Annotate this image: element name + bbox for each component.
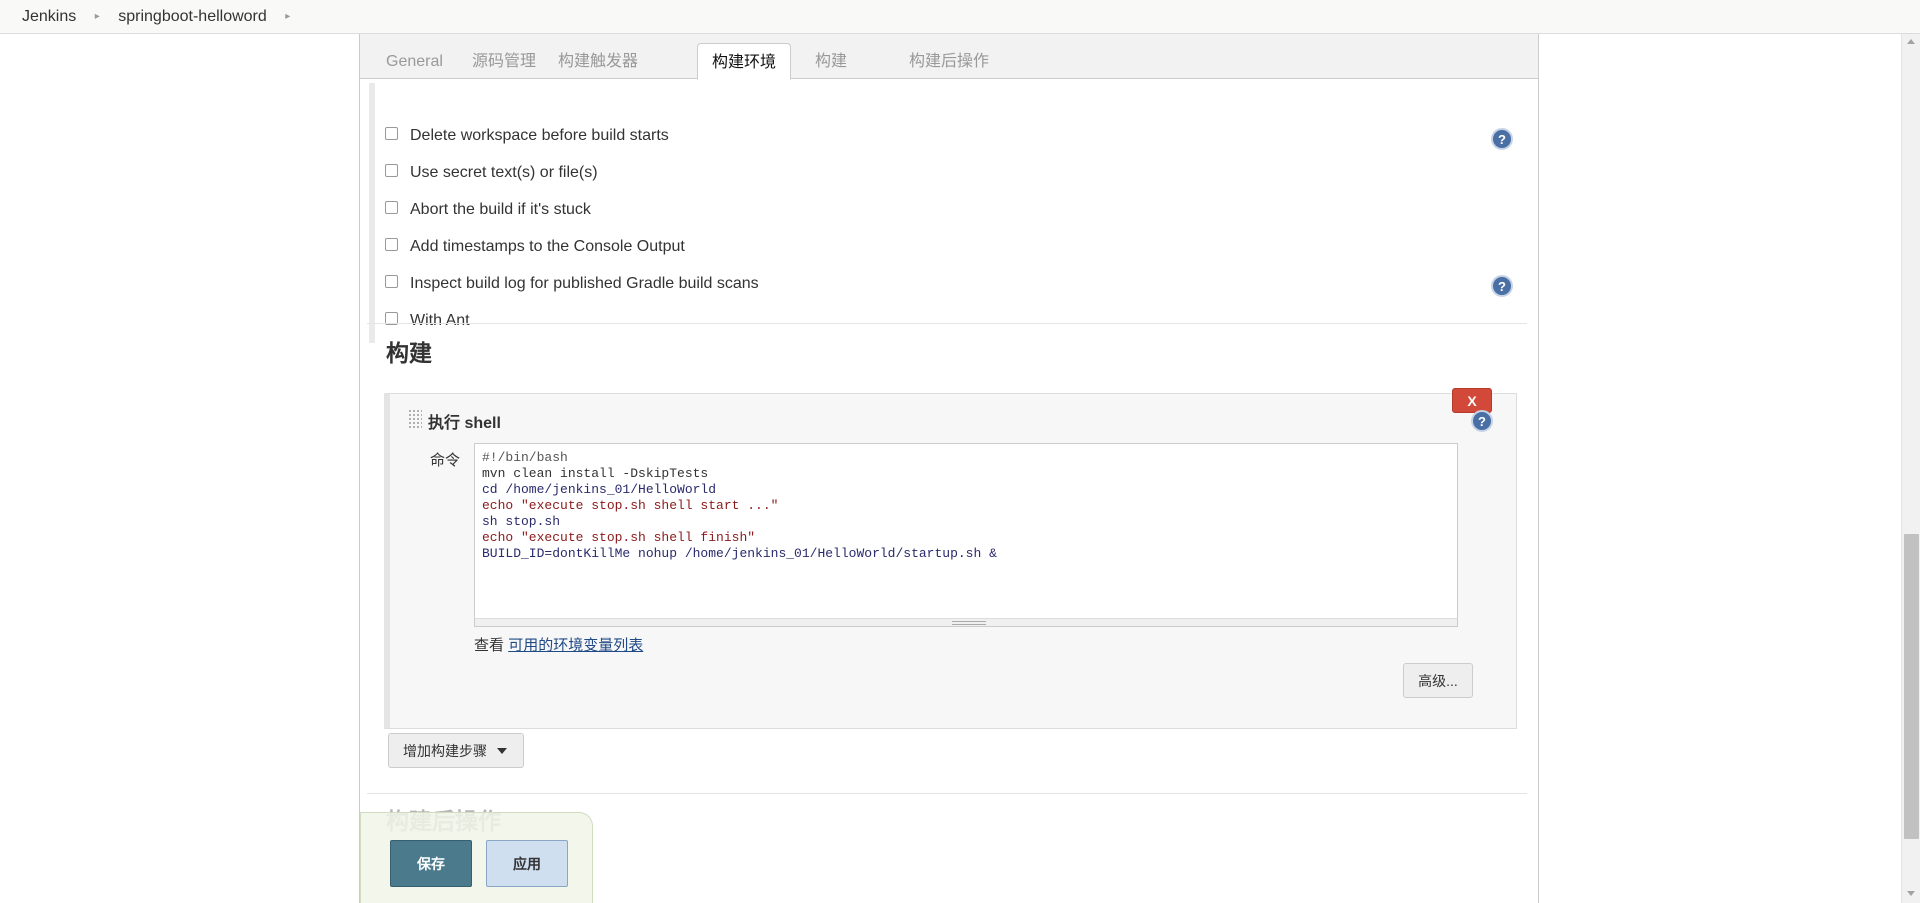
execute-shell-step: 执行 shell X 命令 #!/bin/bash mvn clean inst… <box>384 388 1517 729</box>
scroll-up-icon[interactable] <box>1907 39 1915 44</box>
drag-handle-icon[interactable] <box>408 409 422 429</box>
option-with-ant: With Ant <box>385 309 1525 333</box>
advanced-button[interactable]: 高级... <box>1403 663 1473 698</box>
code-line: mvn clean install -DskipTests <box>482 466 709 481</box>
command-label: 命令 <box>430 452 461 469</box>
option-label: Delete workspace before build starts <box>410 127 669 144</box>
tab-build-environment[interactable]: 构建环境 <box>697 43 792 80</box>
code-line: echo "execute stop.sh shell start ..." <box>482 498 779 513</box>
option-timestamps: Add timestamps to the Console Output <box>385 235 1525 259</box>
env-vars-row: 查看 可用的环境变量列表 <box>474 634 643 655</box>
checkbox[interactable] <box>385 163 398 177</box>
job-config-panel: General 源码管理 构建触发器 构建环境 构建 构建后操作 Delete … <box>359 34 1539 903</box>
help-icon[interactable]: ? <box>1491 275 1513 297</box>
option-label: Add timestamps to the Console Output <box>410 238 685 255</box>
vertical-scrollbar[interactable] <box>1901 34 1920 903</box>
build-section-title: 构建 <box>386 340 432 366</box>
add-build-step-label: 增加构建步骤 <box>403 742 487 759</box>
option-abort-stuck: Abort the build if it's stuck <box>385 198 1525 222</box>
breadcrumb: Jenkins ▸ springboot-helloword ▸ <box>0 0 1920 34</box>
code-line: #!/bin/bash <box>482 450 568 465</box>
tab-source-code[interactable]: 源码管理 <box>458 43 550 80</box>
tab-general[interactable]: General <box>372 43 457 80</box>
code-line: sh stop.sh <box>482 514 561 529</box>
breadcrumb-separator-icon[interactable]: ▸ <box>76 11 118 22</box>
option-label: Abort the build if it's stuck <box>410 201 591 218</box>
config-tabbar: General 源码管理 构建触发器 构建环境 构建 构建后操作 <box>360 34 1538 80</box>
checkbox[interactable] <box>385 126 398 140</box>
add-build-step-button[interactable]: 增加构建步骤 <box>388 733 524 768</box>
help-icon[interactable]: ? <box>1471 410 1493 432</box>
code-line: cd /home/jenkins_01/HelloWorld <box>482 482 717 497</box>
caret-down-icon <box>497 747 507 754</box>
breadcrumb-item-jenkins[interactable]: Jenkins <box>22 8 76 26</box>
code-line: echo "execute stop.sh shell finish" <box>482 530 756 545</box>
option-secret-text: Use secret text(s) or file(s) <box>385 161 1525 185</box>
env-vars-link[interactable]: 可用的环境变量列表 <box>508 637 643 654</box>
breadcrumb-separator-icon[interactable]: ▸ <box>267 11 309 22</box>
command-editor[interactable]: #!/bin/bash mvn clean install -DskipTest… <box>474 443 1458 627</box>
breadcrumb-item-project[interactable]: springboot-helloword <box>118 8 267 26</box>
code-line: BUILD_ID=dontKillMe nohup /home/jenkins_… <box>482 546 997 561</box>
editor-resize-handle[interactable] <box>475 618 1457 626</box>
step-title: 执行 shell <box>428 415 501 432</box>
help-icon[interactable]: ? <box>1491 128 1513 150</box>
option-label: Use secret text(s) or file(s) <box>410 164 598 181</box>
section-divider <box>367 323 1527 324</box>
option-label: Inspect build log for published Gradle b… <box>410 275 759 292</box>
build-environment-section: Delete workspace before build starts Use… <box>369 83 1519 343</box>
tab-placeholder <box>788 43 816 80</box>
checkbox[interactable] <box>385 200 398 214</box>
section-divider <box>367 793 1527 794</box>
scroll-thumb[interactable] <box>1904 534 1919 839</box>
save-button[interactable]: 保存 <box>390 840 472 887</box>
apply-button[interactable]: 应用 <box>486 840 568 887</box>
env-vars-prefix: 查看 <box>474 637 505 654</box>
checkbox[interactable] <box>385 274 398 288</box>
option-gradle-scans: Inspect build log for published Gradle b… <box>385 272 1525 296</box>
option-label: With Ant <box>410 312 470 329</box>
tab-post-build[interactable]: 构建后操作 <box>895 43 1003 80</box>
checkbox[interactable] <box>385 237 398 251</box>
scroll-down-icon[interactable] <box>1907 891 1915 896</box>
tab-build-triggers[interactable]: 构建触发器 <box>544 43 652 80</box>
option-delete-workspace: Delete workspace before build starts <box>385 124 1525 148</box>
resize-grip-icon[interactable] <box>952 621 986 625</box>
delete-step-button[interactable]: X <box>1452 388 1492 413</box>
